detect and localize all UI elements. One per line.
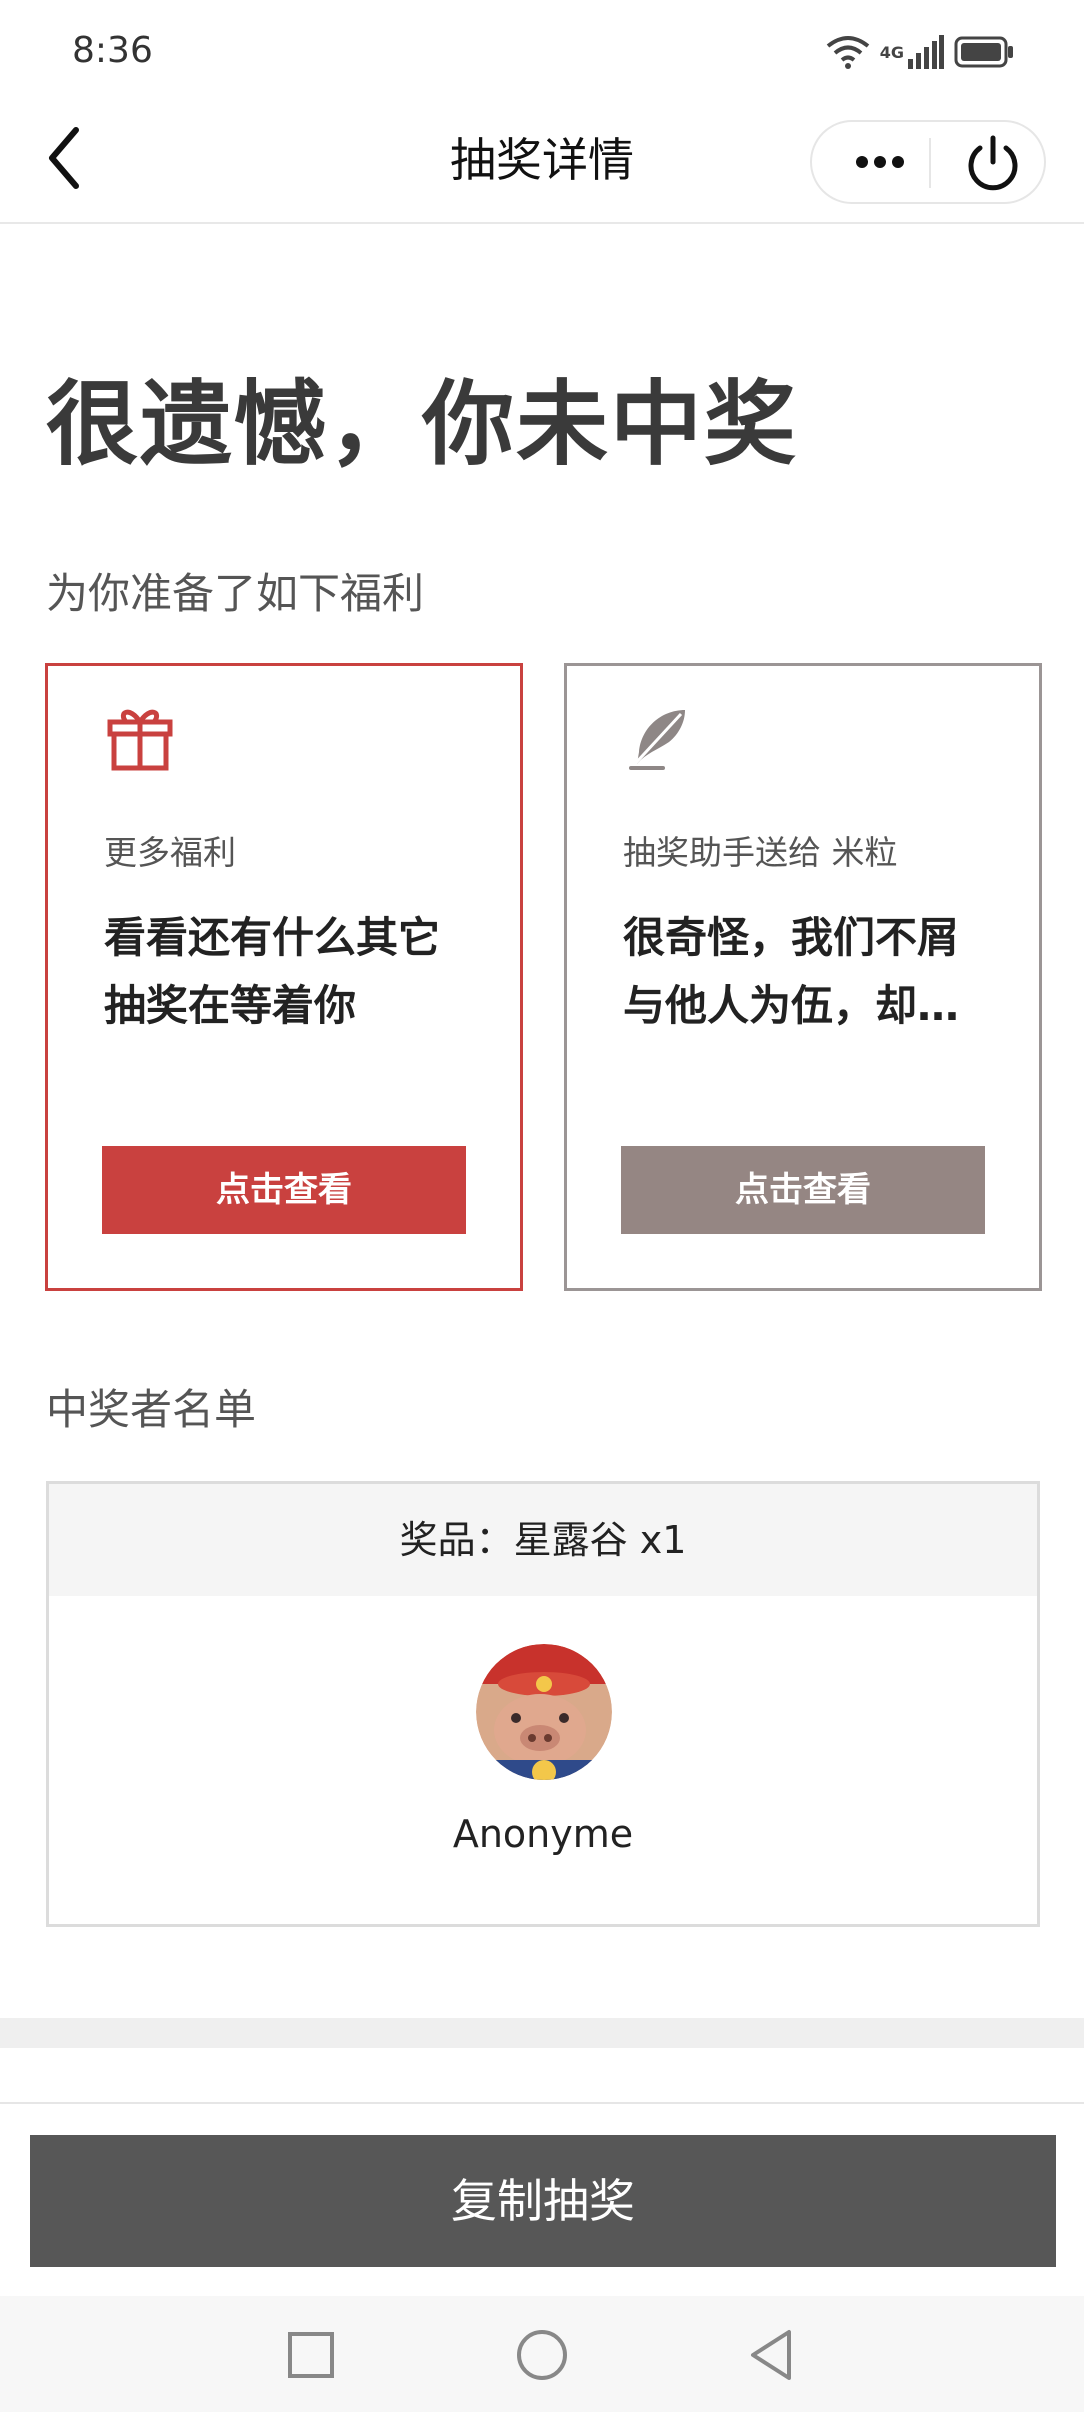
home-icon[interactable] [507,2320,577,2390]
status-bar: 8:36 4G [0,0,1084,100]
prize-header: 奖品：星露谷 x1 [49,1484,1037,1596]
back-nav-icon[interactable] [737,2320,807,2390]
view-message-button[interactable]: 点击查看 [621,1146,985,1234]
wifi-icon [826,36,869,69]
card-subtitle: 更多福利 [104,833,236,872]
view-more-button[interactable]: 点击查看 [102,1146,466,1234]
benefits-label: 为你准备了如下福利 [46,569,425,618]
network-type: 4G [879,42,904,62]
system-navigation-bar [0,2296,1084,2412]
assistant-message-card: 抽奖助手送给 米粒 很奇怪，我们不屑与他人为伍，却… 点击查看 [564,663,1042,1291]
mini-program-capsule [810,120,1046,204]
more-options-icon[interactable] [832,122,928,202]
status-time: 8:36 [72,30,153,71]
winner-name: Anonyme [452,1812,634,1856]
winners-label: 中奖者名单 [46,1385,257,1434]
card-description: 很奇怪，我们不屑与他人为伍，却… [623,913,960,1030]
more-benefits-card: 更多福利 看看还有什么其它抽奖在等着你 点击查看 [45,663,523,1291]
capsule-divider [929,138,931,188]
recent-apps-icon[interactable] [276,2320,346,2390]
result-headline: 很遗憾，你未中奖 [46,370,799,478]
section-divider [0,2018,1084,2048]
card-subtitle: 抽奖助手送给 米粒 [623,833,898,872]
card-description: 看看还有什么其它抽奖在等着你 [104,913,441,1030]
gift-icon [107,709,173,771]
status-icons: 4G [826,34,1014,70]
feather-icon [629,710,685,770]
battery-icon [954,36,1013,68]
winners-list: 奖品：星露谷 x1 Anonyme [46,1481,1040,1927]
app-screen: 8:36 4G 抽奖详情 很遗憾，你未中奖 为你准备了如下福利 更多福利 看看还… [0,0,1084,2412]
copy-lottery-button[interactable]: 复制抽奖 [30,2135,1056,2267]
power-icon[interactable] [960,130,1026,196]
signal-icon [908,35,944,69]
avatar[interactable] [476,1644,612,1780]
nav-bar: 抽奖详情 [0,100,1084,224]
footer-divider [0,2102,1084,2104]
